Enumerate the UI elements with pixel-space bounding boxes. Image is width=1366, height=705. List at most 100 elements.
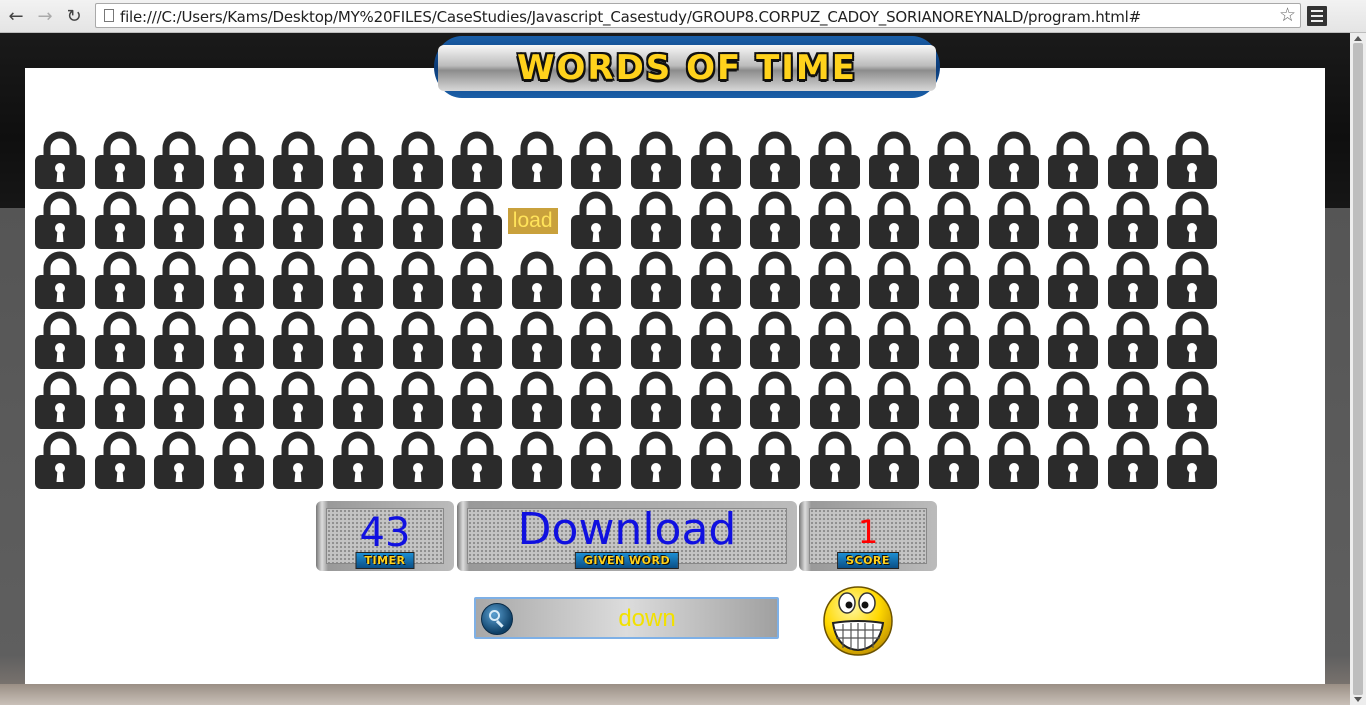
lock-icon[interactable]	[511, 431, 563, 489]
lock-icon[interactable]	[570, 371, 622, 429]
lock-icon[interactable]	[1107, 371, 1159, 429]
lock-icon[interactable]	[153, 251, 205, 309]
lock-icon[interactable]	[570, 311, 622, 369]
lock-icon[interactable]	[570, 251, 622, 309]
lock-icon[interactable]	[272, 131, 324, 189]
lock-icon[interactable]	[1107, 131, 1159, 189]
lock-icon[interactable]	[988, 131, 1040, 189]
lock-icon[interactable]	[749, 251, 801, 309]
lock-icon[interactable]	[570, 191, 622, 249]
lock-icon[interactable]	[868, 371, 920, 429]
reload-button[interactable]: ↻	[62, 4, 86, 28]
lock-icon[interactable]	[809, 191, 861, 249]
lock-icon[interactable]	[630, 371, 682, 429]
lock-icon[interactable]	[988, 431, 1040, 489]
scroll-down-icon[interactable]	[1354, 697, 1362, 702]
lock-icon[interactable]	[332, 191, 384, 249]
lock-icon[interactable]	[809, 251, 861, 309]
lock-icon[interactable]	[988, 191, 1040, 249]
lock-icon[interactable]	[153, 131, 205, 189]
lock-icon[interactable]	[988, 371, 1040, 429]
lock-icon[interactable]	[213, 431, 265, 489]
lock-icon[interactable]	[809, 131, 861, 189]
lock-icon[interactable]	[94, 251, 146, 309]
lock-icon[interactable]	[868, 251, 920, 309]
lock-icon[interactable]	[630, 311, 682, 369]
lock-icon[interactable]	[34, 131, 86, 189]
back-button[interactable]: ←	[4, 4, 28, 28]
lock-icon[interactable]	[1047, 371, 1099, 429]
lock-icon[interactable]	[511, 251, 563, 309]
lock-icon[interactable]	[451, 251, 503, 309]
lock-icon[interactable]	[928, 191, 980, 249]
lock-icon[interactable]	[332, 311, 384, 369]
lock-icon[interactable]	[690, 371, 742, 429]
lock-icon[interactable]	[749, 131, 801, 189]
lock-icon[interactable]	[34, 371, 86, 429]
lock-icon[interactable]	[749, 371, 801, 429]
lock-icon[interactable]	[213, 131, 265, 189]
lock-icon[interactable]	[690, 311, 742, 369]
lock-icon[interactable]	[153, 311, 205, 369]
lock-icon[interactable]	[809, 311, 861, 369]
bookmark-star-icon[interactable]: ☆	[1279, 4, 1296, 26]
lock-icon[interactable]	[451, 431, 503, 489]
menu-icon[interactable]	[1307, 6, 1327, 26]
lock-icon[interactable]	[690, 431, 742, 489]
lock-icon[interactable]	[630, 191, 682, 249]
vertical-scrollbar[interactable]	[1350, 33, 1366, 705]
lock-icon[interactable]	[1107, 431, 1159, 489]
lock-icon[interactable]	[1107, 311, 1159, 369]
lock-icon[interactable]	[451, 311, 503, 369]
lock-icon[interactable]	[928, 311, 980, 369]
lock-icon[interactable]	[451, 371, 503, 429]
lock-icon[interactable]	[690, 251, 742, 309]
lock-icon[interactable]	[451, 131, 503, 189]
lock-icon[interactable]	[928, 371, 980, 429]
lock-icon[interactable]	[272, 311, 324, 369]
lock-icon[interactable]	[630, 131, 682, 189]
lock-icon[interactable]	[332, 371, 384, 429]
lock-icon[interactable]	[630, 251, 682, 309]
lock-icon[interactable]	[928, 431, 980, 489]
lock-icon[interactable]	[1047, 431, 1099, 489]
lock-icon[interactable]	[34, 311, 86, 369]
scrollbar-thumb[interactable]	[1353, 43, 1363, 695]
lock-icon[interactable]	[34, 251, 86, 309]
lock-icon[interactable]	[1166, 311, 1218, 369]
lock-icon[interactable]	[34, 191, 86, 249]
lock-icon[interactable]	[1166, 431, 1218, 489]
lock-icon[interactable]	[392, 191, 444, 249]
lock-icon[interactable]	[868, 311, 920, 369]
lock-icon[interactable]	[34, 431, 86, 489]
lock-icon[interactable]	[690, 191, 742, 249]
lock-icon[interactable]	[511, 131, 563, 189]
address-bar[interactable]: file:///C:/Users/Kams/Desktop/MY%20FILES…	[95, 3, 1301, 28]
lock-icon[interactable]	[511, 311, 563, 369]
scroll-up-icon[interactable]	[1354, 36, 1362, 41]
lock-icon[interactable]	[94, 311, 146, 369]
lock-icon[interactable]	[1166, 131, 1218, 189]
lock-icon[interactable]	[928, 251, 980, 309]
forward-button[interactable]: →	[33, 4, 57, 28]
lock-icon[interactable]	[1166, 251, 1218, 309]
lock-icon[interactable]	[272, 251, 324, 309]
lock-icon[interactable]	[749, 431, 801, 489]
lock-icon[interactable]	[94, 371, 146, 429]
lock-icon[interactable]	[868, 191, 920, 249]
lock-icon[interactable]	[1047, 191, 1099, 249]
lock-icon[interactable]	[153, 431, 205, 489]
lock-icon[interactable]	[630, 431, 682, 489]
lock-icon[interactable]	[1166, 371, 1218, 429]
lock-icon[interactable]	[332, 131, 384, 189]
lock-icon[interactable]	[153, 191, 205, 249]
lock-icon[interactable]	[1047, 311, 1099, 369]
lock-icon[interactable]	[392, 251, 444, 309]
lock-icon[interactable]	[988, 251, 1040, 309]
lock-icon[interactable]	[809, 431, 861, 489]
lock-icon[interactable]	[570, 431, 622, 489]
lock-icon[interactable]	[749, 191, 801, 249]
lock-icon[interactable]	[868, 131, 920, 189]
lock-icon[interactable]	[1107, 251, 1159, 309]
answer-input[interactable]	[516, 603, 778, 635]
